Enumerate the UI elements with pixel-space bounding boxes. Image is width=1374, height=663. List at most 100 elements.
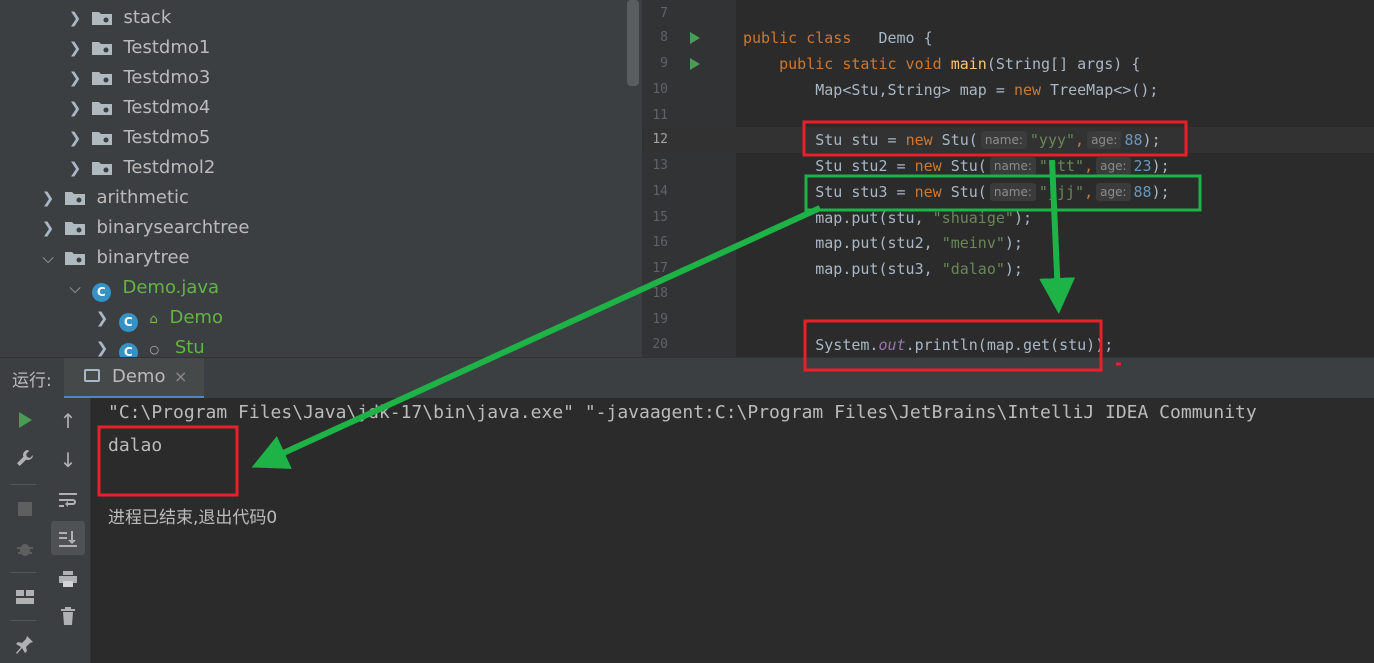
run-toolbar-secondary: ↑ ↓ — [46, 398, 91, 663]
chevron-right-icon[interactable]: ❯ — [64, 3, 86, 33]
tree-scrollbar[interactable] — [627, 0, 639, 86]
code-line: 18 — [642, 281, 1374, 307]
tree-item-label: stack — [123, 7, 172, 28]
tree-item-testdmo4[interactable]: ❯ Testdmo4 — [64, 93, 211, 123]
code-line: 16 map.put(stu2, "meinv"); — [642, 230, 1374, 256]
pin-icon — [16, 636, 33, 654]
param-hint: age: — [1087, 131, 1122, 149]
line-number: 9 — [660, 56, 668, 71]
chevron-right-icon[interactable]: ❯ — [64, 123, 86, 153]
line-number: 18 — [652, 286, 668, 301]
code-line: 10 Map<Stu,String> map = new TreeMap<>()… — [642, 77, 1374, 103]
code-line: 15 map.put(stu, "shuaige"); — [642, 205, 1374, 231]
chevron-right-icon[interactable]: ❯ — [64, 33, 86, 63]
debug-threads-button[interactable] — [8, 530, 42, 564]
run-gutter-icon[interactable] — [690, 32, 700, 44]
console-output[interactable]: "C:\Program Files\Java\jdk-17\bin\java.e… — [91, 398, 1374, 663]
print-button[interactable] — [51, 561, 85, 595]
tree-item-testdmo5[interactable]: ❯ Testdmo5 — [64, 123, 211, 153]
tree-item-binarysearchtree[interactable]: ❯ binarysearchtree — [37, 213, 250, 243]
line-number: 7 — [660, 6, 668, 21]
package-folder-icon — [91, 72, 112, 85]
tree-item-testdmol2[interactable]: ❯ Testdmol2 — [64, 153, 216, 183]
chevron-right-icon[interactable]: ❯ — [64, 63, 86, 93]
edit-config-button[interactable] — [8, 440, 42, 474]
chevron-right-icon[interactable]: ❯ — [91, 303, 113, 333]
code-line: 13 Stu stu2 = new Stu(name: "ttt", age: 23)… — [642, 153, 1374, 179]
arrow-down-icon: ↓ — [59, 448, 77, 472]
chevron-right-icon[interactable]: ❯ — [64, 93, 86, 123]
scroll-to-end-button[interactable] — [51, 521, 85, 555]
package-folder-icon — [91, 102, 112, 115]
run-toolwindow-header: 运行: Demo × — [0, 357, 1374, 399]
clear-all-button[interactable] — [51, 598, 85, 632]
run-toolbar-primary — [0, 398, 46, 663]
run-tab-demo[interactable]: Demo × — [64, 358, 204, 399]
soft-wrap-button[interactable] — [51, 482, 85, 516]
code-line: 8 public class Demo { — [642, 25, 1374, 51]
layout-icon — [16, 590, 34, 604]
line-number: 10 — [652, 82, 668, 97]
play-icon — [19, 412, 32, 428]
chevron-right-icon[interactable]: ❯ — [37, 213, 59, 243]
line-number: 19 — [652, 312, 668, 327]
line-number: 12 — [652, 132, 668, 147]
line-number: 20 — [652, 337, 668, 352]
line-number: 15 — [652, 210, 668, 225]
package-folder-icon — [91, 12, 112, 25]
class-icon: C — [118, 313, 138, 332]
layout-button[interactable] — [8, 578, 42, 612]
tree-item-label: arithmetic — [96, 187, 189, 208]
chevron-down-icon[interactable]: ⌵ — [37, 243, 59, 273]
param-hint: age: — [1096, 183, 1131, 201]
wrench-icon — [17, 450, 33, 466]
public-lock-icon: ⌂ — [149, 312, 158, 327]
line-number: 16 — [652, 235, 668, 250]
project-tree: ❯ stack ❯ Testdmo1 ❯ Testdmo3 ❯ Testdmo4… — [0, 0, 642, 357]
tree-item-testdmo3[interactable]: ❯ Testdmo3 — [64, 63, 211, 93]
line-number: 13 — [652, 158, 668, 173]
package-folder-icon — [64, 252, 85, 265]
scroll-down-button[interactable]: ↓ — [51, 443, 85, 477]
tree-item-stu-class[interactable]: ❯ C ○ Stu — [91, 333, 205, 357]
bug-icon — [17, 544, 33, 556]
code-line: 14 Stu stu3 = new Stu(name: "jjj", age: 88)… — [642, 179, 1374, 205]
console-command-line: "C:\Program Files\Java\jdk-17\bin\java.e… — [108, 402, 1257, 423]
code-line: 20 System.out.println(map.get(stu)); — [642, 332, 1374, 357]
console-icon — [84, 369, 100, 382]
tree-item-label: Demo — [169, 307, 223, 328]
scroll-up-button[interactable]: ↑ — [51, 404, 85, 438]
tree-item-binarytree[interactable]: ⌵ binarytree — [37, 243, 189, 273]
soft-wrap-icon — [59, 493, 77, 507]
tree-item-label: binarysearchtree — [96, 217, 250, 238]
chevron-right-icon[interactable]: ❯ — [91, 333, 113, 357]
chevron-right-icon[interactable]: ❯ — [37, 183, 59, 213]
tree-item-arithmetic[interactable]: ❯ arithmetic — [37, 183, 189, 213]
stop-button[interactable] — [8, 490, 42, 524]
param-hint: name: — [989, 183, 1036, 201]
scroll-to-end-icon — [59, 531, 77, 547]
tree-item-label: Testdmo1 — [123, 37, 211, 58]
rerun-button[interactable] — [8, 402, 42, 436]
code-line: 9 public static void main(String[] args)… — [642, 51, 1374, 77]
tree-item-label: Testdmo3 — [123, 67, 211, 88]
code-line: 11 — [642, 103, 1374, 129]
code-editor[interactable]: 7 8 public class Demo { 9 public static … — [642, 0, 1374, 357]
chevron-right-icon[interactable]: ❯ — [64, 153, 86, 183]
chevron-down-icon[interactable]: ⌵ — [64, 273, 86, 303]
package-folder-icon — [64, 192, 85, 205]
print-icon — [59, 571, 77, 587]
tree-item-demo-java[interactable]: ⌵ C Demo.java — [64, 273, 219, 303]
tree-item-label: Demo.java — [122, 277, 220, 298]
run-gutter-icon[interactable] — [690, 58, 700, 70]
package-folder-icon — [91, 42, 112, 55]
class-icon: C — [118, 343, 138, 357]
close-icon[interactable]: × — [174, 367, 187, 386]
tree-item-label: Testdmo4 — [123, 97, 211, 118]
param-hint: age: — [1096, 157, 1131, 175]
run-label: 运行: — [12, 371, 52, 391]
tree-item-testdmo1[interactable]: ❯ Testdmo1 — [64, 33, 211, 63]
tree-item-demo-class[interactable]: ❯ C ⌂ Demo — [91, 303, 223, 333]
pin-tab-button[interactable] — [8, 627, 42, 661]
tree-item-stack[interactable]: ❯ stack — [64, 3, 172, 33]
